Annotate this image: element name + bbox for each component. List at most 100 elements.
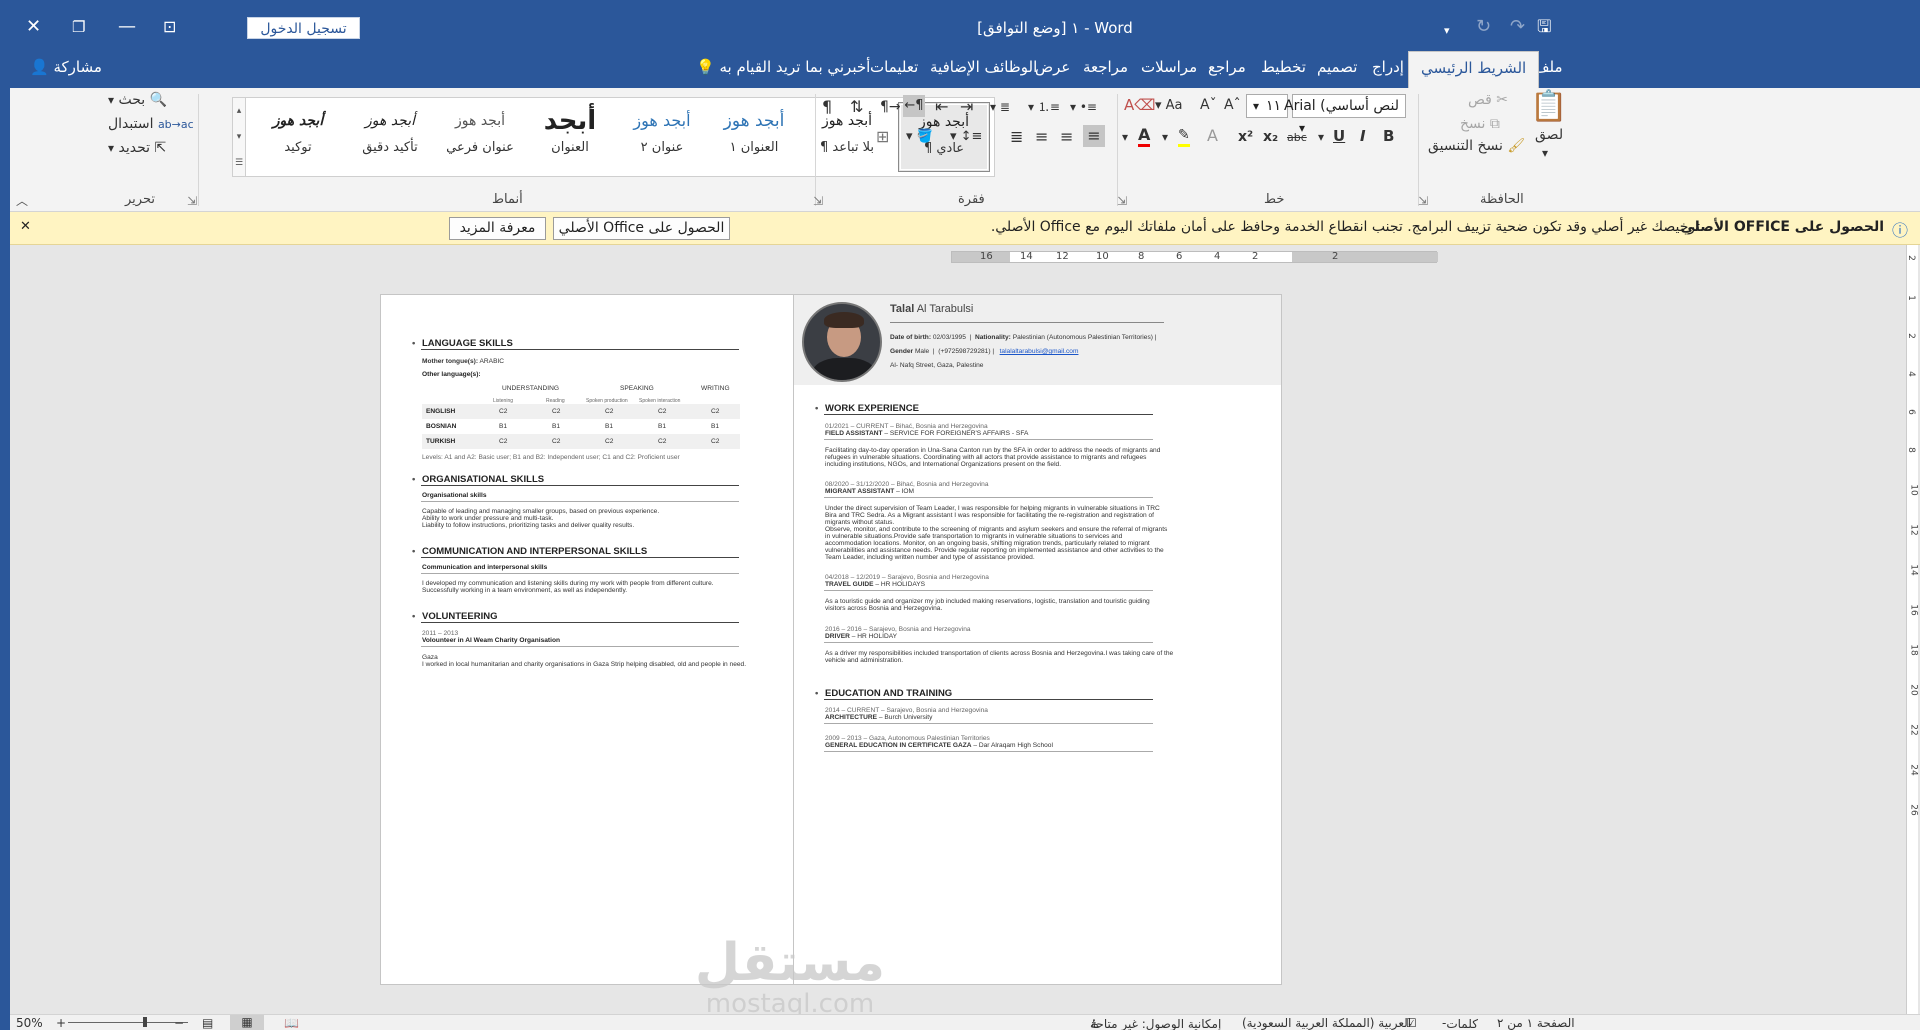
sign-in-button[interactable]: تسجيل الدخول (247, 17, 360, 39)
superscript-icon[interactable]: x² (1238, 128, 1253, 146)
underline-icon[interactable]: U (1333, 127, 1345, 145)
numbering-icon[interactable]: ▾ ⒈≡ (1028, 98, 1060, 116)
replace-button[interactable]: استبدال ab→ac (108, 115, 194, 134)
font-dialog-launcher-icon[interactable]: ⇲ (1117, 194, 1127, 208)
page-1[interactable]: Talal Al Tarabulsi Date of birth: 02/03/… (793, 294, 1282, 985)
strikethrough-icon[interactable]: abc (1287, 129, 1307, 147)
font-color-dropdown-icon[interactable]: ▾ (1122, 128, 1128, 146)
horizontal-ruler[interactable]: 16 14 12 10 8 6 4 2 2 (951, 251, 1438, 263)
minimize-icon[interactable]: — (118, 17, 136, 37)
zoom-out-icon[interactable]: + (56, 1016, 66, 1030)
tell-me-box[interactable]: أخبرني بما تريد القيام به 💡 (696, 55, 870, 79)
tab-help[interactable]: تعليمات (870, 55, 918, 79)
increase-indent-icon[interactable]: ⇥ (960, 98, 973, 116)
text-effects-icon[interactable]: A (1207, 127, 1218, 145)
collapse-ribbon-icon[interactable]: ︿ (16, 192, 28, 209)
close-icon[interactable]: ✕ (26, 17, 41, 37)
highlight-icon[interactable]: ✎ (1178, 126, 1190, 147)
tab-review[interactable]: مراجعة (1083, 55, 1128, 79)
zoom-level[interactable]: 50% (16, 1016, 43, 1030)
font-name-combo[interactable]: لنص أساسي) Arial ▾ (1284, 94, 1406, 135)
accessibility-icon: ♿ (1090, 1017, 1101, 1030)
subscript-icon[interactable]: x₂ (1263, 128, 1278, 146)
grow-font-icon[interactable]: Aˆ (1224, 96, 1241, 114)
tab-design[interactable]: تصميم (1317, 55, 1357, 79)
multilevel-list-icon[interactable]: ▾ ≣ (990, 98, 1010, 116)
style-subtle-emphasis[interactable]: أبجد هوز تأكيد دقيق (344, 102, 436, 172)
close-notification-icon[interactable]: ✕ (20, 219, 31, 234)
word-count[interactable]: - كلمات (1442, 1016, 1478, 1030)
paste-dropdown-icon[interactable]: ▾ (1542, 144, 1548, 162)
bold-icon[interactable]: B (1383, 127, 1394, 145)
rtl-direction-icon[interactable]: ←¶ (903, 95, 925, 117)
format-painter-button[interactable]: نسخ التنسيق 🖌 (1428, 137, 1525, 155)
paste-button[interactable]: لصق (1535, 126, 1563, 144)
zoom-slider-thumb[interactable] (143, 1017, 147, 1027)
decrease-indent-icon[interactable]: ⇤ (935, 98, 948, 116)
redo-icon[interactable]: ↻ (1476, 17, 1491, 37)
zoom-in-icon[interactable]: − (174, 1016, 184, 1030)
underline-dropdown-icon[interactable]: ▾ (1318, 128, 1324, 146)
center-icon[interactable]: ≡ (1060, 128, 1073, 146)
cut-button[interactable]: قص ✂ (1468, 91, 1508, 109)
ltr-direction-icon[interactable]: ¶→ (880, 98, 901, 116)
align-right-icon[interactable]: ≡ (1083, 125, 1105, 147)
styles-gallery-scroll[interactable]: ▴ ▾ ☰ (232, 97, 246, 177)
justify-icon[interactable]: ≣ (1010, 128, 1023, 146)
select-button[interactable]: ▾ تحديد ⇱ (108, 139, 166, 157)
vertical-ruler[interactable]: 2 1 2 4 6 8 10 12 14 16 18 20 22 24 26 (1906, 245, 1919, 1014)
shrink-font-icon[interactable]: Aˇ (1200, 96, 1217, 114)
save-icon[interactable]: 🖫 (1537, 17, 1551, 37)
page-number[interactable]: الصفحة ١ من ٢ (1497, 1016, 1575, 1030)
tab-references[interactable]: مراجع (1208, 55, 1246, 79)
find-button[interactable]: ▾ بحث 🔍 (108, 91, 167, 109)
learn-more-button[interactable]: معرفة المزيد (449, 217, 546, 240)
email-link[interactable]: talalaltarabulsi@gmail.com (1000, 348, 1079, 355)
share-button[interactable]: مشاركة 👤 (30, 55, 102, 79)
clipboard-icon[interactable]: 📋 (1530, 90, 1567, 124)
bullets-icon[interactable]: ▾ •≡ (1070, 98, 1097, 116)
font-size-combo[interactable]: ▾ ١١ (1246, 94, 1288, 118)
style-emphasis[interactable]: أبجد هوز توكيد (252, 102, 344, 172)
style-heading-1[interactable]: أبجد هوز العنوان ١ (708, 102, 800, 172)
copy-button[interactable]: نسخ ⧉ (1460, 115, 1500, 133)
get-genuine-office-button[interactable]: الحصول على Office الأصلي (553, 217, 730, 240)
tab-addins[interactable]: الوظائف الإضافية (930, 55, 1037, 79)
tab-view[interactable]: عرض (1035, 55, 1070, 79)
document-area[interactable]: 16 14 12 10 8 6 4 2 2 LANGUAGE SKILLS Mo… (10, 245, 1920, 1017)
show-formatting-icon[interactable]: ¶ (822, 98, 832, 116)
paragraph-dialog-launcher-icon[interactable]: ⇲ (813, 194, 823, 208)
cv-name: Talal Al Tarabulsi (890, 303, 974, 315)
italic-icon[interactable]: I (1360, 127, 1366, 145)
highlight-dropdown-icon[interactable]: ▾ (1162, 128, 1168, 146)
styles-dialog-launcher-icon[interactable]: ⇲ (187, 194, 197, 208)
ribbon-display-options-icon[interactable]: ⊡ (163, 17, 176, 37)
web-layout-icon[interactable]: ▤ (202, 1016, 213, 1030)
line-spacing-icon[interactable]: ▾ ↕≡ (950, 128, 982, 146)
tab-mailings[interactable]: مراسلات (1141, 55, 1197, 79)
restore-icon[interactable]: ❐ (72, 17, 85, 37)
align-left-icon[interactable]: ≡ (1035, 128, 1048, 146)
tab-insert[interactable]: إدراج (1372, 55, 1404, 79)
lightbulb-icon: 💡 (696, 58, 715, 76)
style-subtitle[interactable]: أبجد هوز عنوان فرعي (434, 102, 526, 172)
proofing-icon[interactable]: ☑ (1406, 1016, 1417, 1030)
clear-formatting-icon[interactable]: A⌫ (1124, 96, 1155, 114)
tab-layout[interactable]: تخطيط (1261, 55, 1306, 79)
style-heading-2[interactable]: أبجد هوز عنوان ٢ (616, 102, 708, 172)
undo-icon[interactable]: ↷ (1510, 17, 1525, 37)
read-mode-icon[interactable]: 📖 (284, 1016, 299, 1030)
sort-icon[interactable]: ⇅ (850, 98, 863, 116)
print-layout-icon[interactable]: ▦ (230, 1015, 264, 1030)
clipboard-dialog-launcher-icon[interactable]: ⇲ (1418, 194, 1428, 208)
style-title[interactable]: أبجد العنوان (524, 102, 616, 172)
font-group-label: خط (1264, 192, 1285, 207)
borders-icon[interactable]: ⊞ (876, 128, 889, 146)
language-status[interactable]: العربية (المملكة العربية السعودية) (1242, 1016, 1411, 1030)
zoom-slider[interactable] (68, 1022, 188, 1023)
change-case-icon[interactable]: ▾ Aa (1155, 97, 1183, 115)
shading-icon[interactable]: ▾ 🪣 (906, 128, 933, 146)
tab-home[interactable]: الشريط الرئيسي (1408, 51, 1540, 88)
font-color-icon[interactable]: A (1138, 126, 1151, 147)
customize-qat-icon[interactable]: ▾ (1444, 21, 1450, 41)
